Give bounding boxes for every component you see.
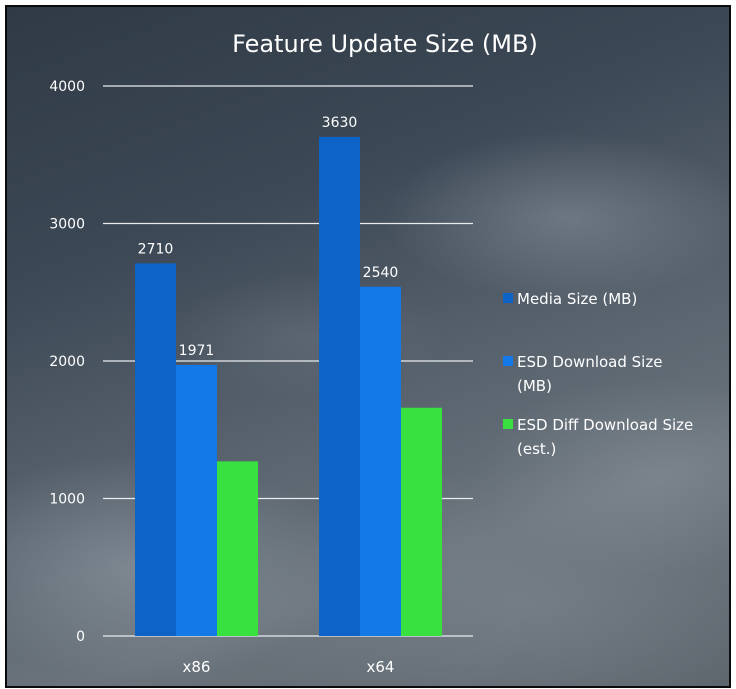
y-tick-label: 1000 [49,492,85,508]
legend-item: ESD Diff Download Size (est.) [503,416,693,458]
legend-item: Media Size (MB) [503,290,637,308]
bar [401,407,442,636]
bar [319,136,360,636]
legend-label: (est.) [517,440,556,458]
legend-label: ESD Download Size [517,353,662,371]
bar [217,461,258,636]
bars [135,136,442,636]
x-axis-categories: x86 x64 [183,658,395,676]
legend-item: ESD Download Size (MB) [503,353,662,395]
bar [135,263,176,636]
y-tick-label: 0 [76,629,85,645]
legend-label: Media Size (MB) [517,290,637,308]
legend-label: ESD Diff Download Size [517,416,693,434]
legend: Media Size (MB)ESD Download Size(MB)ESD … [503,290,693,458]
legend-swatch [503,419,513,429]
y-tick-label: 3000 [49,217,85,233]
data-label: 3630 [322,115,358,131]
x-category-label: x86 [183,658,211,676]
y-tick-label: 4000 [49,79,85,95]
data-label: 2710 [138,241,174,257]
y-axis-ticks: 0 1000 2000 3000 4000 [49,79,85,645]
legend-label: (MB) [517,377,552,395]
y-tick-label: 2000 [49,354,85,370]
chart-frame: Feature Update Size (MB) 0 1000 2000 3000 40… [5,5,731,688]
bar [360,286,401,636]
legend-swatch [503,293,513,303]
data-label: 2540 [363,265,399,281]
chart-title: Feature Update Size (MB) [232,30,538,58]
bar-chart: Feature Update Size (MB) 0 1000 2000 3000 40… [49,30,693,676]
data-label: 1971 [179,343,215,359]
x-category-label: x64 [367,658,395,676]
legend-swatch [503,356,513,366]
bar [176,364,217,636]
